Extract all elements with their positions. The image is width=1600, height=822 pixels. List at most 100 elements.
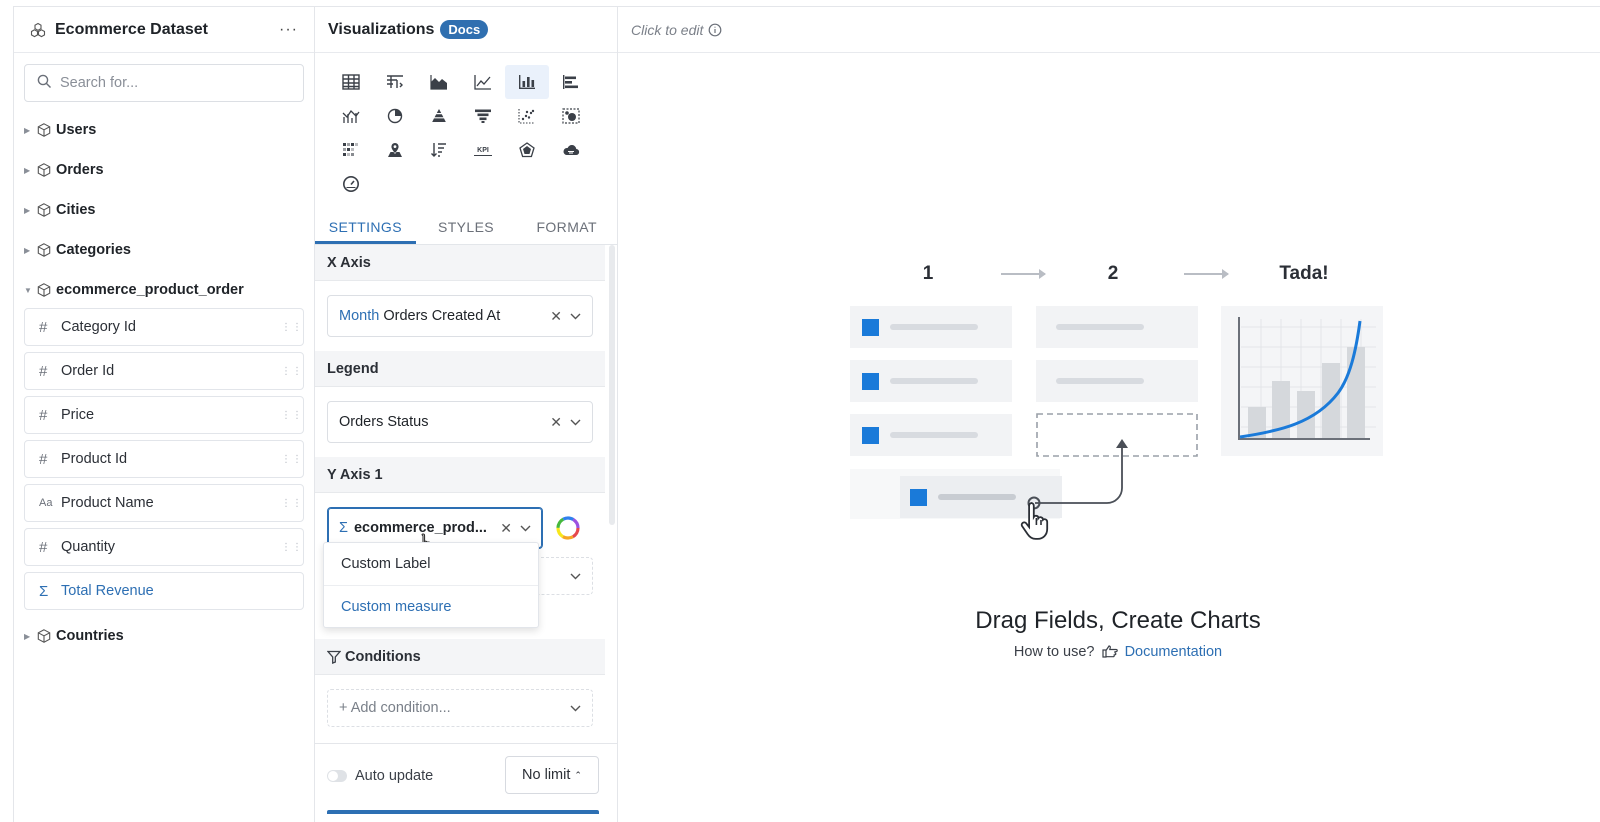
sigma-icon: Σ <box>339 520 348 536</box>
model-cities[interactable]: ▶ Cities <box>14 190 314 230</box>
documentation-link[interactable]: Documentation <box>1125 644 1223 660</box>
model-ecommerce-product-order[interactable]: ▼ ecommerce_product_order <box>14 270 314 310</box>
drag-handle-icon[interactable]: ⋮⋮ <box>281 366 302 376</box>
model-label: Users <box>56 122 97 138</box>
bar-chart-icon[interactable] <box>505 65 549 99</box>
field-search-input[interactable]: Search for... <box>24 64 304 102</box>
chevron-down-icon[interactable] <box>570 573 582 580</box>
sort-chart-icon[interactable] <box>417 133 461 167</box>
heatmap-icon[interactable] <box>329 133 373 167</box>
dataset-icon <box>30 22 46 38</box>
caret-right-icon: ▶ <box>24 125 31 135</box>
field-order-id[interactable]: # Order Id ⋮⋮ <box>24 352 304 390</box>
cube-icon <box>36 202 52 218</box>
chevron-down-icon[interactable] <box>570 313 582 320</box>
menu-item-custom-label[interactable]: Custom Label <box>324 543 538 585</box>
line-chart-icon[interactable] <box>461 65 505 99</box>
row-limit-select[interactable]: No limit ⌃ <box>505 756 599 794</box>
text-type-icon: Aa <box>39 497 53 509</box>
field-quantity[interactable]: # Quantity ⋮⋮ <box>24 528 304 566</box>
tab-format[interactable]: FORMAT <box>516 209 617 244</box>
caret-right-icon: ▶ <box>24 165 31 175</box>
cube-icon <box>36 242 52 258</box>
area-chart-icon[interactable] <box>417 65 461 99</box>
model-users[interactable]: ▶ Users <box>14 110 314 150</box>
color-picker-icon[interactable] <box>555 515 581 541</box>
remove-icon[interactable]: ✕ <box>550 308 562 325</box>
docs-badge[interactable]: Docs <box>440 20 489 39</box>
cube-icon <box>36 162 52 178</box>
chevron-down-icon[interactable] <box>570 419 582 426</box>
chevron-down-icon[interactable] <box>520 525 532 532</box>
settings-scrollbar[interactable] <box>609 245 615 525</box>
bubble-chart-icon[interactable] <box>549 99 593 133</box>
tab-styles[interactable]: STYLES <box>416 209 517 244</box>
drag-handle-icon[interactable]: ⋮⋮ <box>281 454 302 464</box>
map-pin-icon[interactable] <box>373 133 417 167</box>
gauge-chart-icon[interactable] <box>329 167 373 201</box>
conditions-label: Conditions <box>345 648 421 665</box>
model-label: Orders <box>56 162 104 178</box>
field-label: Price <box>61 407 95 423</box>
horizontal-bar-icon[interactable] <box>549 65 593 99</box>
y-axis-dropdown-menu: Custom Label Custom measure <box>323 542 539 628</box>
chevron-down-icon[interactable] <box>570 705 582 712</box>
drag-handle-icon[interactable]: ⋮⋮ <box>281 498 302 508</box>
drag-handle-icon[interactable]: ⋮⋮ <box>281 542 302 552</box>
radar-chart-icon[interactable] <box>505 133 549 167</box>
remove-icon[interactable]: ✕ <box>550 414 562 431</box>
drag-handle-icon[interactable]: ⋮⋮ <box>281 410 302 420</box>
model-label: Countries <box>56 628 124 644</box>
field-category-id[interactable]: # Category Id ⋮⋮ <box>24 308 304 346</box>
granularity-label[interactable]: Month <box>339 308 379 324</box>
caret-down-icon: ▼ <box>24 285 32 295</box>
field-label: Product Name <box>61 495 154 511</box>
pie-chart-icon[interactable] <box>373 99 417 133</box>
legend-field[interactable]: Orders Status ✕ <box>327 401 593 443</box>
table-chart-icon[interactable] <box>329 65 373 99</box>
field-price[interactable]: # Price ⋮⋮ <box>24 396 304 434</box>
add-condition-placeholder: + Add condition... <box>339 700 451 716</box>
cube-icon <box>36 628 52 644</box>
field-product-id[interactable]: # Product Id ⋮⋮ <box>24 440 304 478</box>
field-label: Quantity <box>61 539 115 555</box>
x-axis-field[interactable]: Month Orders Created At ✕ <box>327 295 593 337</box>
tab-settings[interactable]: SETTINGS <box>315 209 416 244</box>
field-label: Category Id <box>61 319 136 335</box>
kpi-icon[interactable]: KPI <box>461 133 505 167</box>
scatter-chart-icon[interactable] <box>505 99 549 133</box>
model-categories[interactable]: ▶ Categories <box>14 230 314 270</box>
empty-state-subtitle: How to use? Documentation <box>618 644 1600 662</box>
settings-tabs: SETTINGS STYLES FORMAT <box>315 209 617 245</box>
row-limit-value: No limit <box>522 767 571 783</box>
add-condition-field[interactable]: + Add condition... <box>327 689 593 727</box>
drag-handle-icon[interactable]: ⋮⋮ <box>281 322 302 332</box>
model-orders[interactable]: ▶ Orders <box>14 150 314 190</box>
run-query-button[interactable] <box>327 810 599 814</box>
dataset-title: Ecommerce Dataset <box>55 20 208 38</box>
field-name: Created At <box>431 308 501 324</box>
visualization-title: Visualizations <box>328 20 435 38</box>
menu-item-custom-measure[interactable]: Custom measure <box>324 585 538 627</box>
funnel-chart-icon[interactable] <box>461 99 505 133</box>
sigma-icon: Σ <box>39 582 49 600</box>
auto-update-toggle[interactable] <box>327 770 347 782</box>
field-product-name[interactable]: Aa Product Name ⋮⋮ <box>24 484 304 522</box>
legend-section-title: Legend <box>315 351 605 387</box>
combo-chart-icon[interactable] <box>329 99 373 133</box>
arrow-head-icon <box>1039 269 1046 279</box>
number-type-icon: # <box>39 450 48 468</box>
cube-icon <box>36 282 52 298</box>
chart-type-grid: KPI <box>315 53 617 201</box>
number-type-icon: # <box>39 362 48 380</box>
word-cloud-icon[interactable] <box>549 133 593 167</box>
measure-total-revenue[interactable]: Σ Total Revenue <box>24 572 304 610</box>
pyramid-chart-icon[interactable] <box>417 99 461 133</box>
step-1-label: 1 <box>923 263 934 284</box>
model-countries[interactable]: ▶ Countries <box>14 616 314 656</box>
remove-icon[interactable]: ✕ <box>500 520 512 537</box>
how-to-label: How to use? <box>1013 644 1095 660</box>
model-label: ecommerce_product_order <box>56 282 244 298</box>
more-options-icon[interactable]: ··· <box>279 21 298 39</box>
pivot-table-icon[interactable] <box>373 65 417 99</box>
